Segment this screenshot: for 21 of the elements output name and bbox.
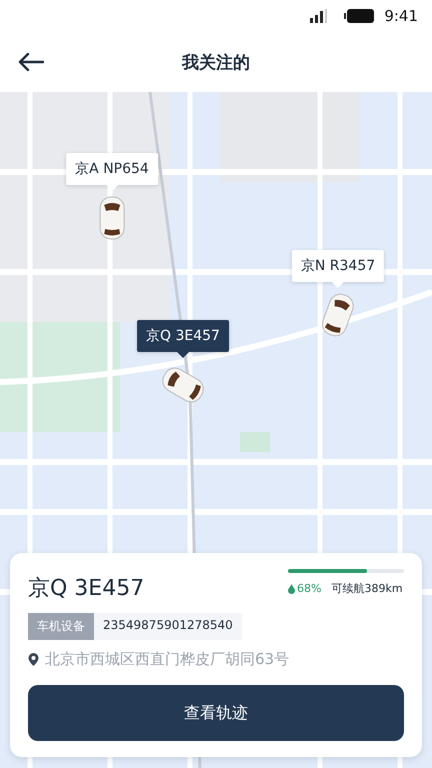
- range-text: 可续航389km: [331, 581, 403, 596]
- status-time: 9:41: [384, 7, 418, 25]
- label-pointer: [106, 185, 118, 191]
- drop-icon: [288, 584, 295, 594]
- plate-label[interactable]: 京A NP654: [66, 153, 158, 185]
- signal-icon: [310, 9, 328, 23]
- label-pointer: [332, 282, 344, 288]
- address-text: 北京市西城区西直门桦皮厂胡同63号: [45, 650, 290, 669]
- label-pointer: [177, 352, 189, 358]
- device-id: 23549875901278540: [94, 613, 242, 640]
- battery-icon: [344, 9, 374, 23]
- plate-label[interactable]: 京N R3457: [292, 250, 384, 282]
- back-arrow-icon[interactable]: [18, 53, 44, 71]
- page-title: 我关注的: [182, 52, 250, 74]
- location-pin-icon: [28, 652, 39, 666]
- vehicle-plate: 京Q 3E457: [28, 575, 144, 603]
- view-track-button[interactable]: 查看轨迹: [28, 685, 404, 741]
- plate-label[interactable]: 京Q 3E457: [137, 320, 229, 352]
- device-label: 车机设备: [28, 613, 94, 640]
- battery-percent: 68%: [297, 582, 322, 595]
- car-icon[interactable]: [100, 196, 124, 240]
